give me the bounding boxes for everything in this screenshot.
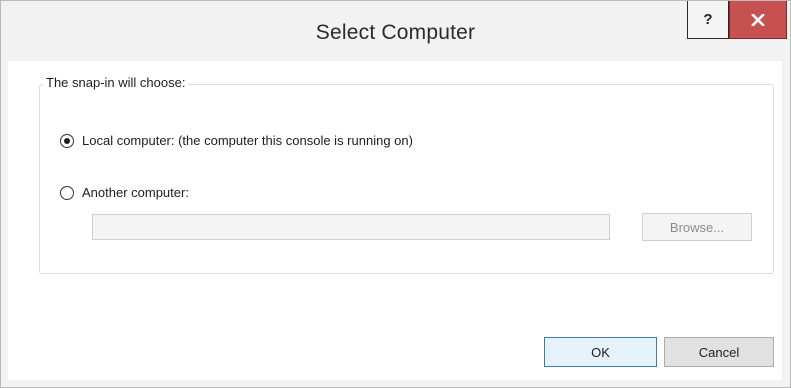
another-computer-input[interactable]: [92, 214, 610, 240]
dialog-title: Select Computer: [315, 21, 476, 44]
another-computer-label: Another computer:: [82, 185, 189, 200]
close-icon: [751, 13, 765, 26]
title-bar[interactable]: Select Computer ?: [1, 1, 790, 61]
close-button[interactable]: [729, 1, 787, 39]
another-computer-radio[interactable]: [60, 185, 74, 200]
another-computer-option[interactable]: Another computer:: [60, 185, 189, 200]
browse-button[interactable]: Browse...: [642, 213, 752, 241]
ok-button[interactable]: OK: [544, 337, 657, 367]
radio-selected-dot: [64, 137, 70, 144]
choice-group-box: [39, 84, 774, 274]
group-box-label: The snap-in will choose:: [43, 75, 189, 90]
local-computer-radio[interactable]: [60, 133, 74, 148]
select-computer-dialog: Select Computer ? The snap-in will choos…: [0, 0, 791, 388]
dialog-body: The snap-in will choose: Local computer:…: [8, 61, 782, 380]
local-computer-option[interactable]: Local computer: (the computer this conso…: [60, 133, 413, 148]
cancel-button[interactable]: Cancel: [664, 337, 774, 367]
help-icon: ?: [703, 11, 713, 28]
help-button[interactable]: ?: [687, 1, 729, 39]
local-computer-label: Local computer: (the computer this conso…: [82, 133, 413, 148]
